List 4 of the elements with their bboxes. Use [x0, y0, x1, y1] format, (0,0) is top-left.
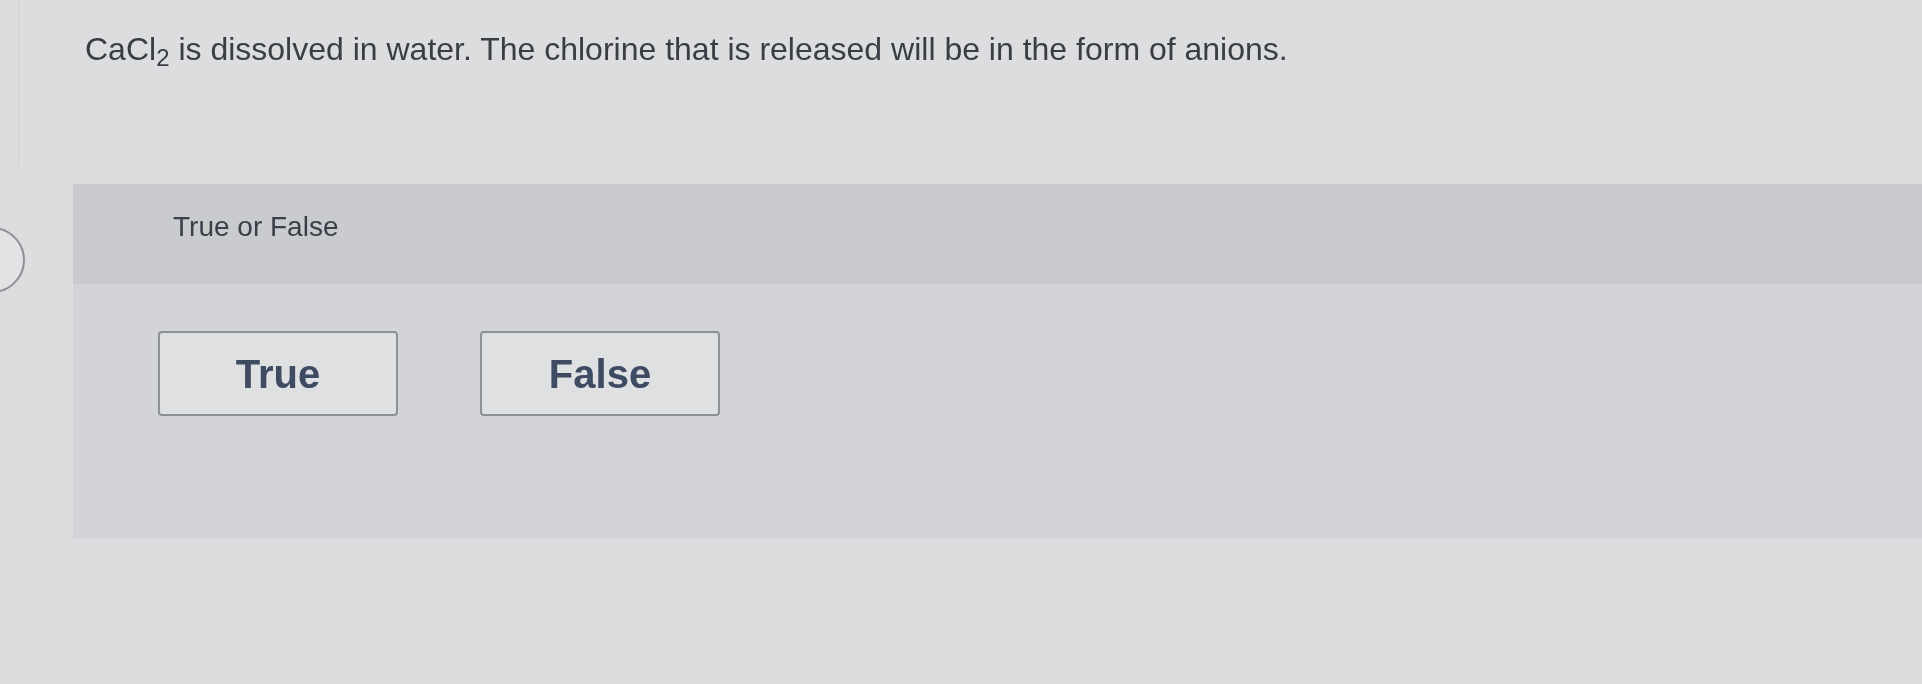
answer-button[interactable]: False [480, 331, 720, 416]
answer-button[interactable]: True [158, 331, 398, 416]
question-text: CaCl$_{2}$ is dissolved in water. The chlorine that is released will be in the form of anions. [85, 31, 1288, 67]
prompt-text: True or False [173, 211, 339, 242]
